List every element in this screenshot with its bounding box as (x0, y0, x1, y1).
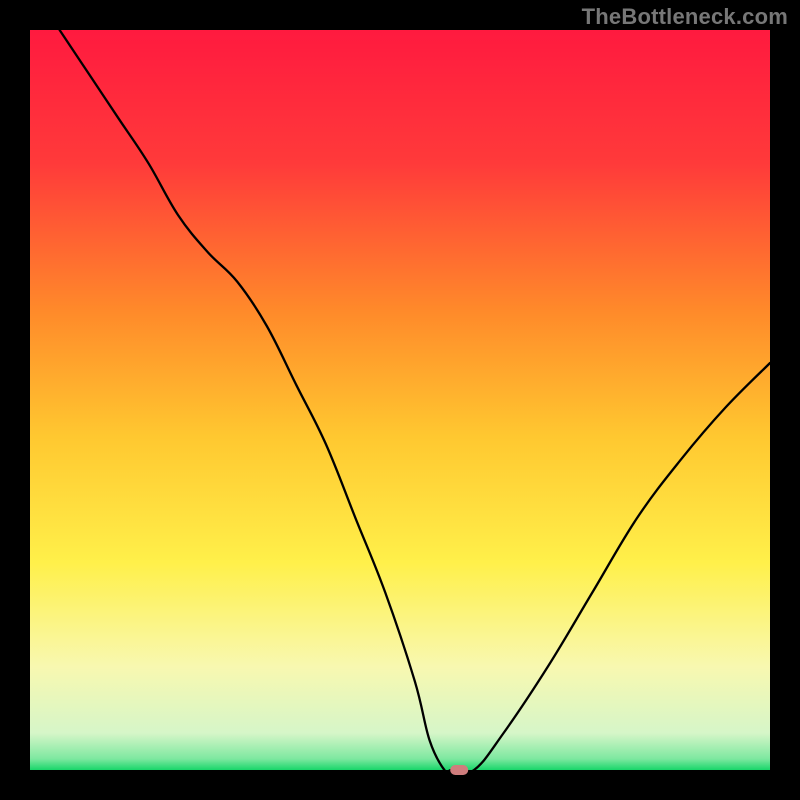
watermark-text: TheBottleneck.com (582, 4, 788, 30)
plot-background (30, 30, 770, 770)
minimum-marker (450, 765, 468, 775)
bottleneck-chart (0, 0, 800, 800)
chart-container: TheBottleneck.com (0, 0, 800, 800)
